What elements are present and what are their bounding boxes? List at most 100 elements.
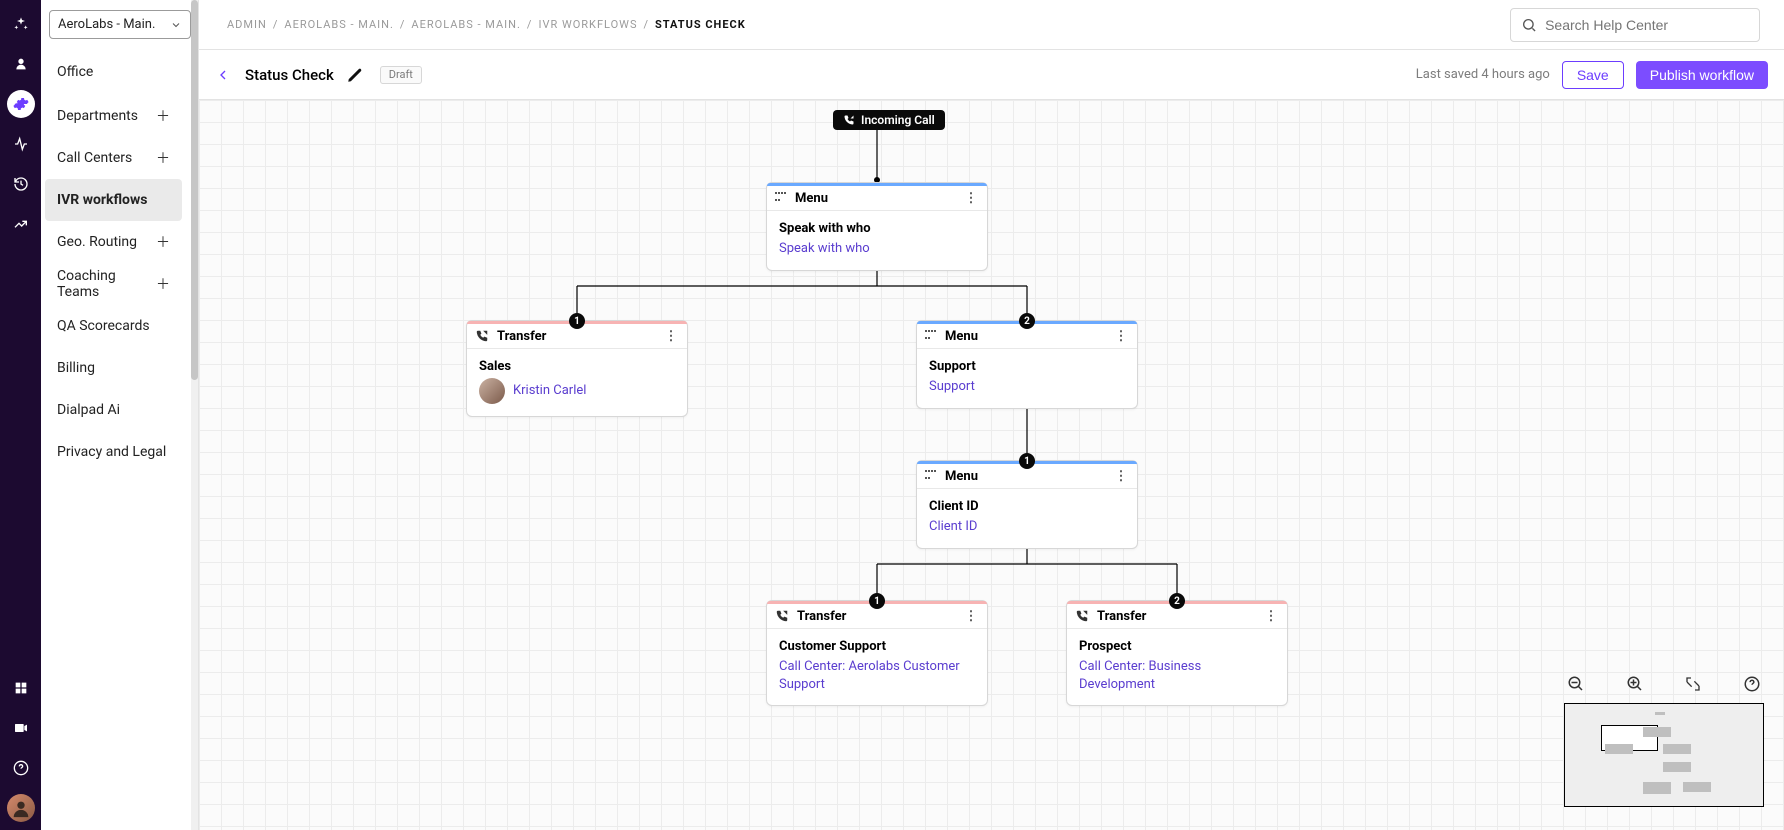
crumb[interactable]: ADMIN [227,18,267,31]
publish-button[interactable]: Publish workflow [1636,61,1768,89]
nav-label: Call Centers [57,150,132,166]
topbar: ADMIN/ AEROLABS - MAIN./ AEROLABS - MAIN… [199,0,1784,50]
node-type: Transfer [1097,609,1146,624]
node-title: Speak with who [779,221,975,236]
more-icon[interactable]: ⋮ [963,191,979,206]
node-type: Transfer [497,329,546,344]
back-button[interactable] [211,63,235,87]
nav-item-call-centers[interactable]: Call Centers ＋ [45,137,182,179]
minimap[interactable] [1564,703,1764,807]
user-avatar[interactable] [7,794,35,822]
scrollbar-track[interactable] [191,0,198,830]
key-badge: 2 [1169,593,1185,609]
node-menu-clientid[interactable]: 1 Menu ⋮ Client ID Client ID [916,460,1138,549]
search-box[interactable] [1510,8,1760,42]
ai-sparkle-icon[interactable] [7,10,35,38]
key-badge: 1 [1019,453,1035,469]
key-badge: 2 [1019,313,1035,329]
nav-item-ivr-workflows[interactable]: IVR workflows [45,179,182,221]
node-type: Menu [795,191,828,206]
org-selector[interactable]: AeroLabs - Main. [49,10,191,39]
nav-label: Office [57,64,93,80]
nav-label: Departments [57,108,138,124]
drag-handle-icon[interactable] [925,470,937,482]
start-node[interactable]: Incoming Call [833,110,945,130]
nav-label: Privacy and Legal [57,444,166,460]
plus-icon[interactable]: ＋ [156,148,170,168]
node-subtitle: Kristin Carlel [513,382,586,400]
help-icon[interactable] [7,754,35,782]
node-transfer-prospect[interactable]: 2 Transfer ⋮ Prospect Call Center: Busin… [1066,600,1288,706]
nav-item-coaching-teams[interactable]: Coaching Teams ＋ [45,263,182,305]
node-type: Transfer [797,609,846,624]
nav-label: Dialpad Ai [57,402,120,418]
nav-item-billing[interactable]: Billing [45,347,182,389]
zoom-out-button[interactable] [1564,672,1588,696]
crumb[interactable]: AEROLABS - MAIN. [284,18,393,31]
node-type: Menu [945,329,978,344]
nav-item-dialpad-ai[interactable]: Dialpad Ai [45,389,182,431]
nav-item-privacy-legal[interactable]: Privacy and Legal [45,431,182,473]
integrations-icon[interactable] [7,674,35,702]
node-subtitle: Call Center: Aerolabs Customer Support [779,658,975,693]
drag-handle-icon[interactable] [775,192,787,204]
phone-transfer-icon [475,329,489,343]
node-transfer-sales[interactable]: 1 Transfer ⋮ Sales Kristin Carlel [466,320,688,417]
more-icon[interactable]: ⋮ [1113,329,1129,344]
node-title: Sales [479,359,675,374]
org-selector-label: AeroLabs - Main. [58,17,155,32]
more-icon[interactable]: ⋮ [1113,469,1129,484]
nav-label: Geo. Routing [57,234,137,250]
node-title: Customer Support [779,639,975,654]
save-button[interactable]: Save [1562,61,1624,89]
last-saved-text: Last saved 4 hours ago [1416,67,1550,82]
more-icon[interactable]: ⋮ [1263,609,1279,624]
crumb[interactable]: AEROLABS - MAIN. [411,18,520,31]
node-menu-root[interactable]: Menu ⋮ Speak with who Speak with who [766,182,988,271]
activity-icon[interactable] [7,130,35,158]
video-icon[interactable] [7,714,35,742]
nav-item-qa-scorecards[interactable]: QA Scorecards [45,305,182,347]
plus-icon[interactable]: ＋ [156,106,170,126]
nav-item-office[interactable]: Office [45,49,182,95]
node-title: Client ID [929,499,1125,514]
fit-view-button[interactable] [1681,672,1705,696]
scrollbar-thumb[interactable] [191,0,198,380]
search-input[interactable] [1545,17,1749,33]
nav-label: IVR workflows [57,192,147,208]
status-badge: Draft [380,66,422,84]
minimap-controls [1564,672,1764,696]
start-node-label: Incoming Call [861,113,935,127]
trend-icon[interactable] [7,210,35,238]
node-title: Support [929,359,1125,374]
node-title: Prospect [1079,639,1275,654]
icon-rail [0,0,41,830]
minimap-help-button[interactable] [1740,672,1764,696]
node-subtitle: Call Center: Business Development [1079,658,1275,693]
nav-item-departments[interactable]: Departments ＋ [45,95,182,137]
plus-icon[interactable]: ＋ [156,232,170,252]
phone-incoming-icon [843,114,855,126]
plus-icon[interactable]: ＋ [156,274,170,294]
crumb[interactable]: IVR WORKFLOWS [538,18,637,31]
zoom-in-button[interactable] [1623,672,1647,696]
nav-label: Coaching Teams [57,268,156,300]
more-icon[interactable]: ⋮ [663,329,679,344]
node-menu-support[interactable]: 2 Menu ⋮ Support Support [916,320,1138,409]
node-subtitle: Support [929,378,1125,396]
more-icon[interactable]: ⋮ [963,609,979,624]
node-type: Menu [945,469,978,484]
nav-item-geo-routing[interactable]: Geo. Routing ＋ [45,221,182,263]
nav-list: Office Departments ＋ Call Centers ＋ IVR … [41,49,198,473]
edit-icon[interactable] [346,66,364,84]
search-icon [1521,16,1537,34]
key-badge: 1 [869,593,885,609]
node-transfer-cs[interactable]: 1 Transfer ⋮ Customer Support Call Cente… [766,600,988,706]
breadcrumb: ADMIN/ AEROLABS - MAIN./ AEROLABS - MAIN… [227,18,746,31]
drag-handle-icon[interactable] [925,330,937,342]
person-icon[interactable] [7,50,35,78]
phone-transfer-icon [775,609,789,623]
workflow-canvas[interactable]: Incoming Call Menu ⋮ Speak with who Spea… [199,100,1784,830]
history-icon[interactable] [7,170,35,198]
gear-icon[interactable] [7,90,35,118]
